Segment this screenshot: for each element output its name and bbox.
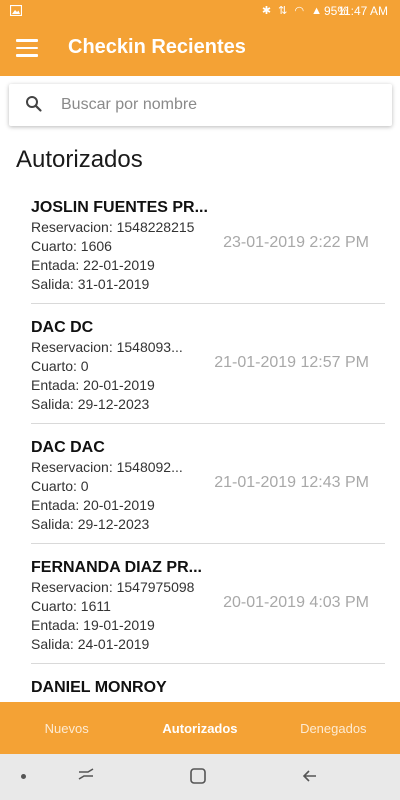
clock: 11:47 AM bbox=[338, 4, 388, 18]
checkin-timestamp: 21-01-2019 12:43 PM bbox=[214, 474, 369, 491]
checkout-date: Salida: 24-01-2019 bbox=[31, 636, 150, 652]
section-title: Autorizados bbox=[16, 146, 143, 173]
home-icon[interactable] bbox=[188, 766, 208, 791]
list-item[interactable]: JOSLIN FUENTES PR... Reservacion: 154822… bbox=[0, 184, 400, 304]
room-number: Cuarto: 0 bbox=[31, 478, 89, 494]
room-number: Cuarto: 1606 bbox=[31, 238, 112, 254]
hamburger-menu-icon[interactable] bbox=[16, 39, 38, 59]
app-bar: Checkin Recientes bbox=[0, 22, 400, 76]
search-input[interactable] bbox=[61, 90, 381, 120]
list-item[interactable]: DANIEL MONROY bbox=[0, 664, 400, 702]
list-item[interactable]: DAC DC Reservacion: 1548093... Cuarto: 0… bbox=[0, 304, 400, 424]
reservation-number: Reservacion: 1547975098 bbox=[31, 579, 195, 595]
checkout-date: Salida: 31-01-2019 bbox=[31, 276, 150, 292]
checkin-date: Entada: 20-01-2019 bbox=[31, 377, 155, 393]
back-icon[interactable] bbox=[300, 766, 320, 791]
reservation-number: Reservacion: 1548092... bbox=[31, 459, 183, 475]
search-icon bbox=[25, 95, 43, 118]
recent-apps-icon[interactable] bbox=[76, 766, 96, 791]
checkin-date: Entada: 20-01-2019 bbox=[31, 497, 155, 513]
checkin-list[interactable]: JOSLIN FUENTES PR... Reservacion: 154822… bbox=[0, 184, 400, 702]
reservation-number: Reservacion: 1548093... bbox=[31, 339, 183, 355]
room-number: Cuarto: 0 bbox=[31, 358, 89, 374]
system-navigation-bar bbox=[0, 754, 400, 800]
checkin-timestamp: 23-01-2019 2:22 PM bbox=[223, 234, 369, 251]
checkin-date: Entada: 19-01-2019 bbox=[31, 617, 155, 633]
app-title: Checkin Recientes bbox=[68, 36, 246, 58]
search-bar[interactable] bbox=[9, 84, 392, 126]
tab-nuevos[interactable]: Nuevos bbox=[0, 702, 133, 754]
reservation-number: Reservacion: 1548228215 bbox=[31, 219, 195, 235]
tab-autorizados[interactable]: Autorizados bbox=[133, 702, 266, 754]
checkin-timestamp: 21-01-2019 12:57 PM bbox=[214, 354, 369, 371]
guest-name: DANIEL MONROY bbox=[31, 679, 167, 696]
tab-denegados[interactable]: Denegados bbox=[267, 702, 400, 754]
checkin-timestamp: 20-01-2019 4:03 PM bbox=[223, 594, 369, 611]
checkout-date: Salida: 29-12-2023 bbox=[31, 516, 150, 532]
nav-dot-icon bbox=[21, 774, 26, 779]
guest-name: FERNANDA DIAZ PR... bbox=[31, 559, 202, 576]
guest-name: DAC DC bbox=[31, 319, 94, 336]
checkout-date: Salida: 29-12-2023 bbox=[31, 396, 150, 412]
checkin-date: Entada: 22-01-2019 bbox=[31, 257, 155, 273]
gallery-icon bbox=[9, 4, 23, 19]
status-bar: ✱ ⇅ ◠ ▲ 95% 11:47 AM bbox=[0, 0, 400, 22]
room-number: Cuarto: 1611 bbox=[31, 598, 111, 614]
guest-name: JOSLIN FUENTES PR... bbox=[31, 199, 208, 216]
guest-name: DAC DAC bbox=[31, 439, 105, 456]
system-status-icons: ✱ ⇅ ◠ ▲ bbox=[261, 5, 324, 17]
bottom-tab-bar: Nuevos Autorizados Denegados bbox=[0, 702, 400, 754]
list-item[interactable]: DAC DAC Reservacion: 1548092... Cuarto: … bbox=[0, 424, 400, 544]
list-item[interactable]: FERNANDA DIAZ PR... Reservacion: 1547975… bbox=[0, 544, 400, 664]
